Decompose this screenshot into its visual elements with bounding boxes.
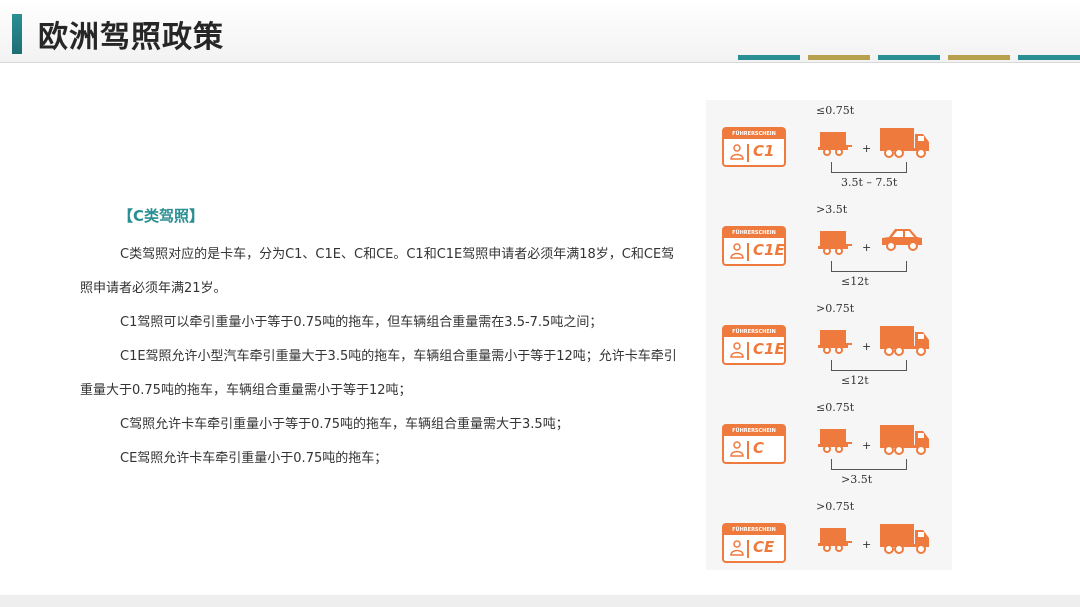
combined-weight-label: ≤12t bbox=[841, 275, 869, 288]
license-code: C1E bbox=[753, 340, 785, 358]
license-code: C1E bbox=[753, 241, 785, 259]
stripe-teal bbox=[1018, 55, 1080, 60]
license-card: FÜHRERSCHEIN C1 bbox=[722, 127, 786, 167]
license-row-4: FÜHRERSCHEIN C ≤0.75t + >3.5t bbox=[706, 397, 952, 491]
plus-sign: + bbox=[862, 241, 872, 254]
page-title: 欧洲驾照政策 bbox=[38, 20, 224, 55]
combined-bracket bbox=[831, 360, 907, 371]
stripe-teal bbox=[738, 55, 800, 60]
paragraph: CE驾照允许卡车牵引重量小于0.75吨的拖车； bbox=[120, 451, 388, 466]
trailer-icon bbox=[818, 427, 852, 457]
trailer-icon bbox=[818, 328, 852, 358]
truck-icon bbox=[880, 126, 930, 162]
person-icon bbox=[730, 540, 744, 556]
plus-sign: + bbox=[862, 142, 872, 155]
license-separator bbox=[747, 243, 749, 261]
license-row-5: FÜHRERSCHEIN CE >0.75t + bbox=[706, 496, 952, 590]
truck-icon bbox=[880, 324, 930, 360]
license-card: FÜHRERSCHEIN C bbox=[722, 424, 786, 464]
plus-sign: + bbox=[862, 340, 872, 353]
license-code: CE bbox=[753, 538, 775, 556]
license-header: FÜHRERSCHEIN bbox=[724, 228, 784, 238]
license-separator bbox=[747, 540, 749, 558]
car-icon bbox=[880, 225, 924, 257]
license-separator bbox=[747, 144, 749, 162]
section-title: 【C类驾照】 bbox=[118, 207, 205, 225]
person-icon bbox=[730, 144, 744, 160]
paragraph: C驾照允许卡车牵引重量小于等于0.75吨的拖车，车辆组合重量需大于3.5吨； bbox=[120, 417, 569, 432]
trailer-icon bbox=[818, 229, 852, 259]
license-card: FÜHRERSCHEIN C1E bbox=[722, 325, 786, 365]
license-code: C1 bbox=[753, 142, 775, 160]
license-card: FÜHRERSCHEIN CE bbox=[722, 523, 786, 563]
person-icon bbox=[730, 243, 744, 259]
combined-bracket bbox=[831, 261, 907, 272]
bottom-band bbox=[0, 595, 1080, 607]
license-header: FÜHRERSCHEIN bbox=[724, 327, 784, 337]
person-icon bbox=[730, 342, 744, 358]
trailer-weight-label: ≤0.75t bbox=[816, 401, 855, 414]
combined-weight-label: ≤12t bbox=[841, 374, 869, 387]
license-separator bbox=[747, 342, 749, 360]
trailer-icon bbox=[818, 526, 852, 556]
stripe-gold bbox=[948, 55, 1010, 60]
decorative-stripes bbox=[738, 55, 1080, 60]
truck-icon bbox=[880, 423, 930, 459]
combined-bracket bbox=[831, 162, 907, 173]
trailer-weight-label: >0.75t bbox=[816, 500, 855, 513]
title-accent-bar bbox=[12, 14, 22, 54]
trailer-weight-label: >3.5t bbox=[816, 203, 848, 216]
person-icon bbox=[730, 441, 744, 457]
license-card: FÜHRERSCHEIN C1E bbox=[722, 226, 786, 266]
combined-weight-label: >3.5t bbox=[841, 473, 873, 486]
license-row-3: FÜHRERSCHEIN C1E >0.75t + ≤12t bbox=[706, 298, 952, 392]
license-row-2: FÜHRERSCHEIN C1E >3.5t + ≤12t bbox=[706, 199, 952, 293]
stripe-teal bbox=[878, 55, 940, 60]
license-header: FÜHRERSCHEIN bbox=[724, 426, 784, 436]
license-row-1: FÜHRERSCHEIN C1 ≤0.75t +3.5t – 7.5t bbox=[706, 100, 952, 194]
license-header: FÜHRERSCHEIN bbox=[724, 525, 784, 535]
trailer-icon bbox=[818, 130, 852, 160]
paragraph: C1E驾照允许小型汽车牵引重量大于3.5吨的拖车，车辆组合重量需小于等于12吨；… bbox=[80, 349, 677, 398]
content-text: 【C类驾照】 C类驾照对应的是卡车，分为C1、C1E、C和CE。C1和C1E驾照… bbox=[80, 205, 680, 476]
stripe-gold bbox=[808, 55, 870, 60]
combined-bracket bbox=[831, 459, 907, 470]
trailer-weight-label: ≤0.75t bbox=[816, 104, 855, 117]
license-header: FÜHRERSCHEIN bbox=[724, 129, 784, 139]
license-code: C bbox=[753, 439, 765, 457]
plus-sign: + bbox=[862, 439, 872, 452]
combined-weight-label: 3.5t – 7.5t bbox=[841, 176, 898, 189]
truck-icon bbox=[880, 522, 930, 558]
title-bar: 欧洲驾照政策 bbox=[0, 0, 1080, 63]
paragraph: C1驾照可以牵引重量小于等于0.75吨的拖车，但车辆组合重量需在3.5-7.5吨… bbox=[120, 315, 603, 330]
license-panel: FÜHRERSCHEIN C1 ≤0.75t +3.5t – 7.5t FÜHRERSC… bbox=[706, 100, 952, 570]
license-separator bbox=[747, 441, 749, 459]
paragraph: C类驾照对应的是卡车，分为C1、C1E、C和CE。C1和C1E驾照申请者必须年满… bbox=[80, 247, 675, 296]
plus-sign: + bbox=[862, 538, 872, 551]
trailer-weight-label: >0.75t bbox=[816, 302, 855, 315]
